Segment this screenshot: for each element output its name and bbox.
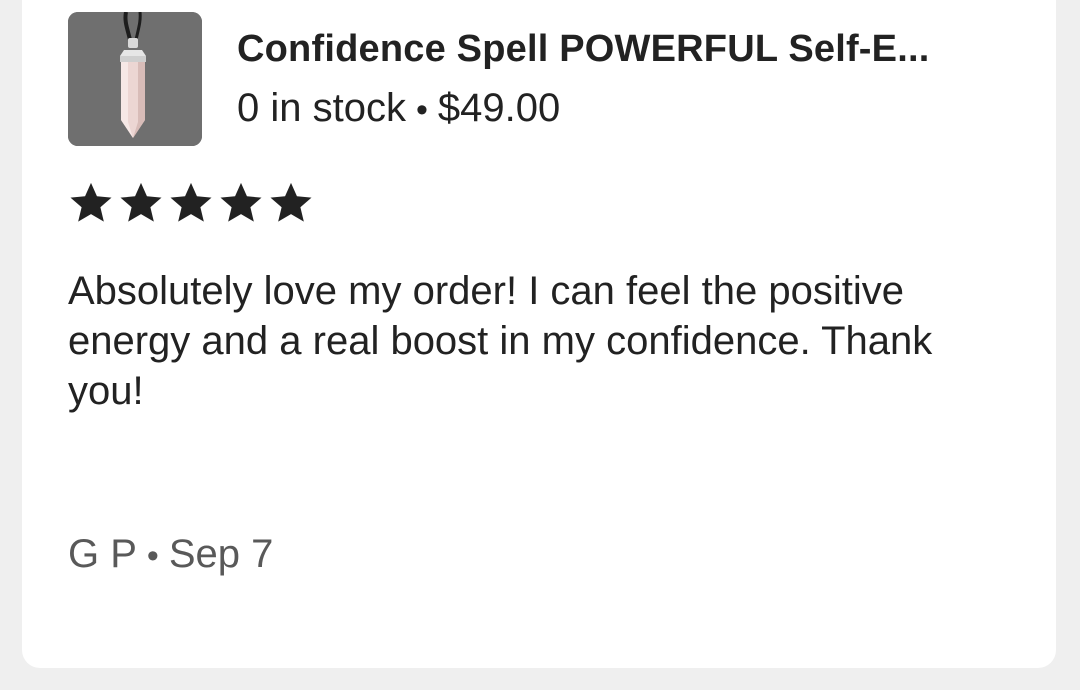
star-icon bbox=[218, 180, 264, 226]
separator-dot: • bbox=[415, 91, 428, 129]
review-card: Confidence Spell POWERFUL Self-E... 0 in… bbox=[22, 0, 1056, 668]
review-text: Absolutely love my order! I can feel the… bbox=[68, 269, 933, 413]
pendant-photo-icon bbox=[68, 12, 202, 146]
review-date: Sep 7 bbox=[168, 532, 274, 576]
star-icon bbox=[68, 180, 114, 226]
listing-title[interactable]: Confidence Spell POWERFUL Self-E... bbox=[237, 28, 929, 71]
listing-subline: 0 in stock • $49.00 bbox=[237, 86, 560, 131]
stock-count: 0 in stock bbox=[237, 86, 406, 130]
star-icon bbox=[168, 180, 214, 226]
star-icon bbox=[118, 180, 164, 226]
listing-thumbnail[interactable] bbox=[68, 12, 202, 146]
star-icon bbox=[268, 180, 314, 226]
review-author[interactable]: G P bbox=[68, 532, 137, 576]
listing-price: $49.00 bbox=[437, 86, 561, 130]
star-rating bbox=[68, 180, 314, 226]
separator-dot: • bbox=[146, 537, 159, 575]
review-meta: G P • Sep 7 bbox=[68, 532, 273, 577]
